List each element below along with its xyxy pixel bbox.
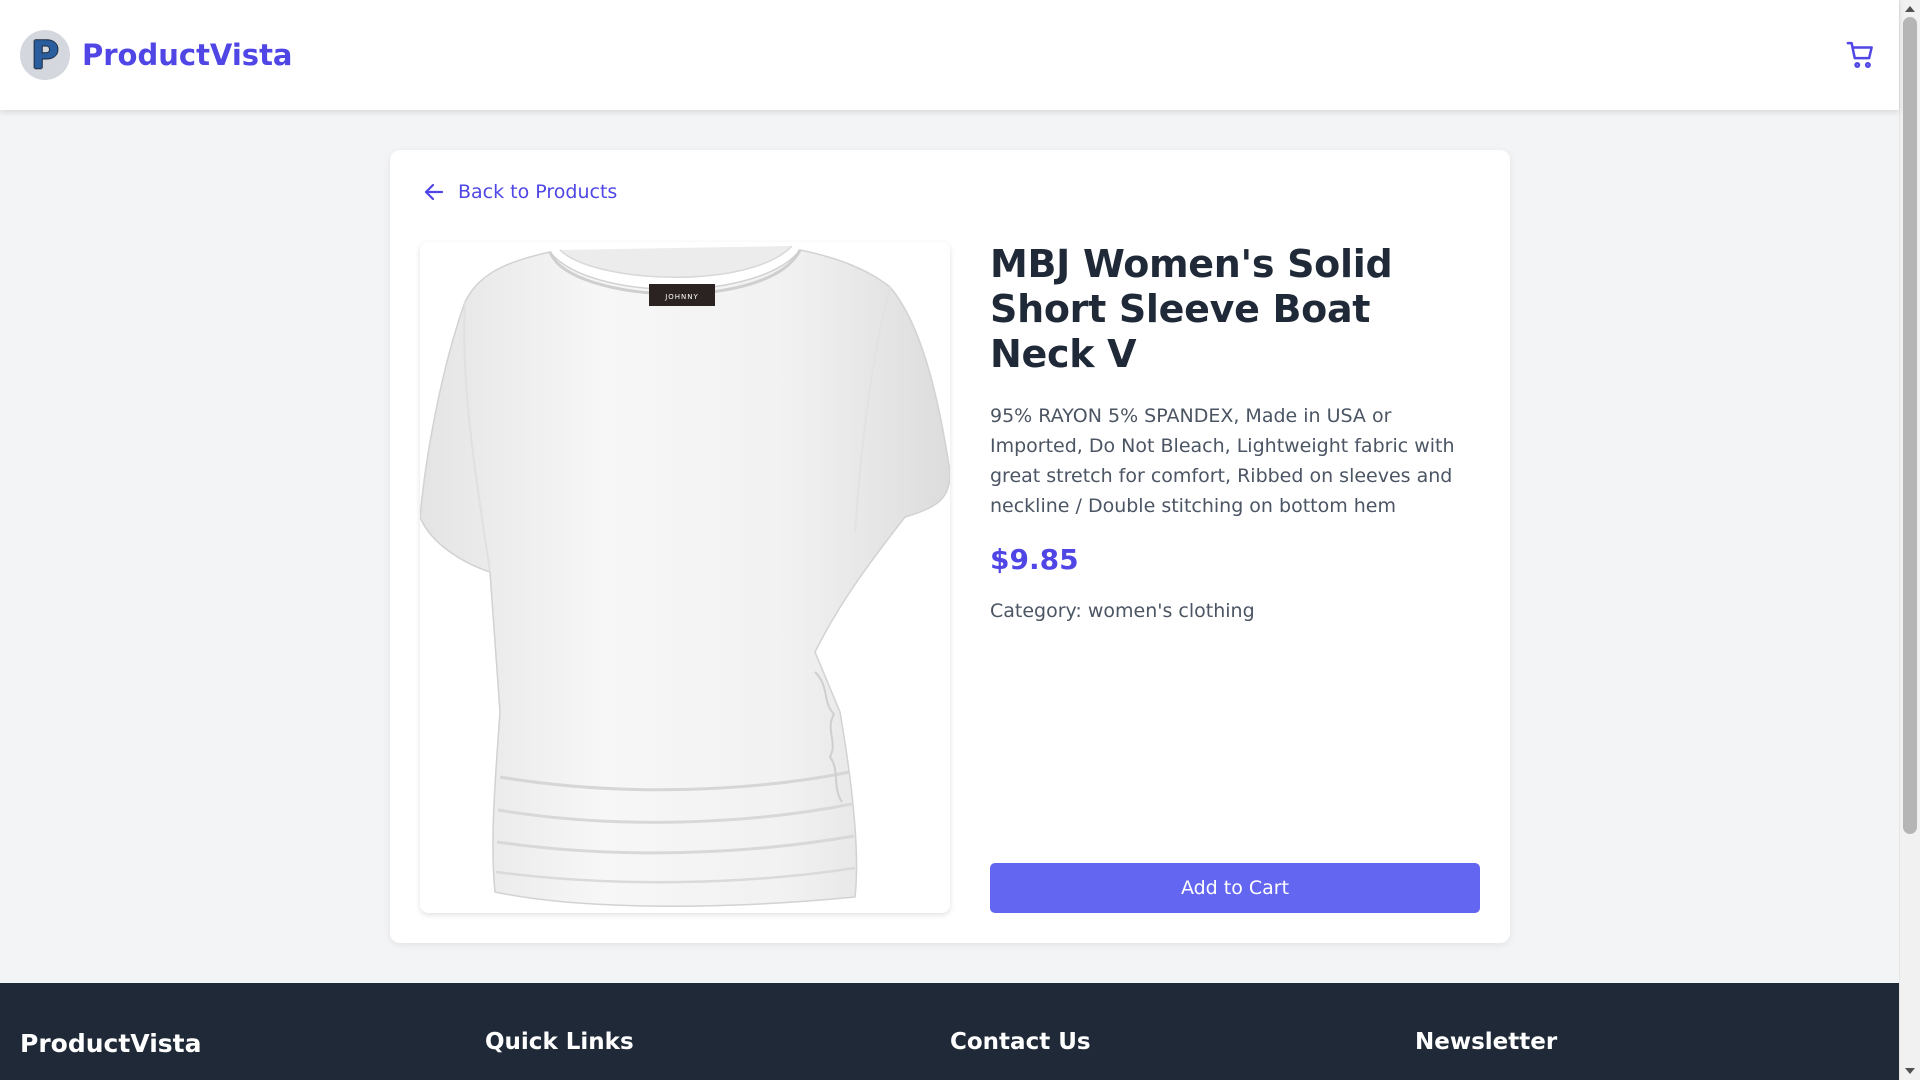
page-scrollbar[interactable] <box>1899 0 1920 1080</box>
product-title: MBJ Women's Solid Short Sleeve Boat Neck… <box>990 242 1393 376</box>
brand-link[interactable]: P ProductVista <box>20 30 293 80</box>
cart-button[interactable] <box>1841 35 1881 75</box>
footer-contact-title: Contact Us <box>950 1029 1091 1055</box>
brand-name: ProductVista <box>82 38 293 72</box>
footer-quick-links-title: Quick Links <box>485 1029 634 1055</box>
back-link-label: Back to Products <box>458 181 618 203</box>
product-photo: JOHNNY <box>420 245 950 907</box>
scroll-down-arrow[interactable] <box>1905 1068 1915 1074</box>
back-to-products-link[interactable]: Back to Products <box>422 180 617 204</box>
product-price: $9.85 <box>990 543 1079 576</box>
arrow-left-icon <box>424 183 444 201</box>
logo-letter: P <box>31 33 59 77</box>
scroll-thumb[interactable] <box>1903 17 1917 834</box>
product-detail-card: Back to Products JOHNNY MBJ Women's Soli… <box>390 150 1510 943</box>
shirt-tag-text: JOHNNY <box>664 293 699 301</box>
product-description: 95% RAYON 5% SPANDEX, Made in USA or Imp… <box>990 405 1455 517</box>
footer-newsletter-title: Newsletter <box>1415 1029 1558 1055</box>
product-category: Category: women's clothing <box>990 600 1255 622</box>
footer-brand: ProductVista <box>20 1029 202 1058</box>
shopping-cart-icon <box>1846 41 1873 69</box>
logo: P <box>20 30 70 80</box>
add-to-cart-button[interactable]: Add to Cart <box>990 863 1480 913</box>
scroll-up-arrow[interactable] <box>1905 6 1915 12</box>
product-image: JOHNNY <box>420 242 950 913</box>
product-info: MBJ Women's Solid Short Sleeve Boat Neck… <box>990 242 1480 913</box>
site-header: P ProductVista <box>0 0 1899 110</box>
site-footer: ProductVista Quick Links Contact Us News… <box>0 983 1899 1080</box>
